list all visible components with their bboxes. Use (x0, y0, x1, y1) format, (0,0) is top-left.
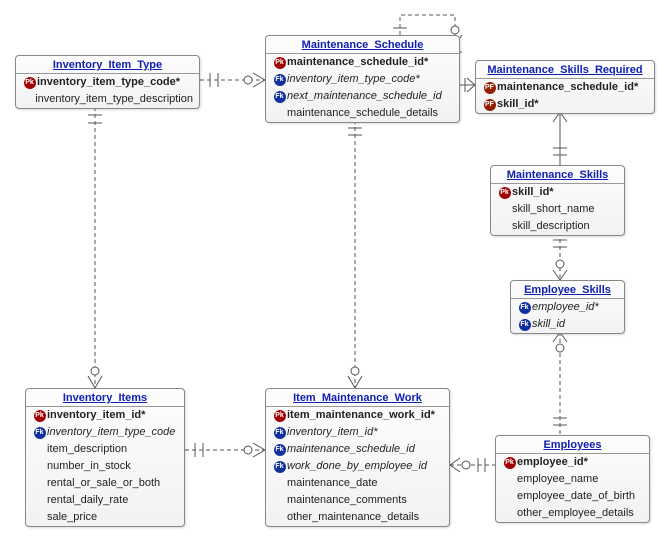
entity-inventory-items[interactable]: Inventory_Items Pkinventory_item_id* Fki… (25, 388, 185, 527)
attr-row: number_in_stock (26, 458, 184, 475)
fk-icon: Fk (274, 444, 286, 456)
fk-icon: Fk (274, 74, 286, 86)
entity-maintenance-skills-required[interactable]: Maintenance_Skills_Required PFmaintenanc… (475, 60, 655, 114)
attr-row: maintenance_comments (266, 492, 449, 509)
attr-row: rental_or_sale_or_both (26, 475, 184, 492)
entity-maintenance-schedule[interactable]: Maintenance_Schedule Pkmaintenance_sched… (265, 35, 460, 123)
entity-title: Employee_Skills (511, 281, 624, 299)
entity-title: Inventory_Item_Type (16, 56, 199, 74)
attr-row: Fknext_maintenance_schedule_id (266, 88, 459, 105)
entity-employee-skills[interactable]: Employee_Skills Fkemployee_id* Fkskill_i… (510, 280, 625, 334)
attr-row: Pkemployee_id* (496, 454, 649, 471)
attr-row: Pkinventory_item_id* (26, 407, 184, 424)
fk-icon: Fk (519, 319, 531, 331)
attr-row: inventory_item_type_description (16, 91, 199, 108)
pf-icon: PF (484, 82, 496, 94)
er-diagram: Inventory_Item_Type Pkinventory_item_typ… (0, 0, 660, 545)
attr-row: employee_name (496, 471, 649, 488)
attr-row: skill_description (491, 218, 624, 235)
fk-icon: Fk (274, 461, 286, 473)
attr-row: Fkinventory_item_type_code (26, 424, 184, 441)
entity-title: Maintenance_Skills_Required (476, 61, 654, 79)
pk-icon: Pk (499, 187, 511, 199)
attr-row: PFmaintenance_schedule_id* (476, 79, 654, 96)
attr-row: other_maintenance_details (266, 509, 449, 526)
attr-row: Pkinventory_item_type_code* (16, 74, 199, 91)
fk-icon: Fk (274, 427, 286, 439)
entity-inventory-item-type[interactable]: Inventory_Item_Type Pkinventory_item_typ… (15, 55, 200, 109)
attr-row: Pkskill_id* (491, 184, 624, 201)
attr-row: Fkmaintenance_schedule_id (266, 441, 449, 458)
attr-row: maintenance_schedule_details (266, 105, 459, 122)
entity-employees[interactable]: Employees Pkemployee_id* employee_name e… (495, 435, 650, 523)
entity-title: Item_Maintenance_Work (266, 389, 449, 407)
attr-row: item_description (26, 441, 184, 458)
fk-icon: Fk (34, 427, 46, 439)
attr-row: sale_price (26, 509, 184, 526)
pk-icon: Pk (34, 410, 46, 422)
attr-row: Fkinventory_item_type_code* (266, 71, 459, 88)
entity-title: Inventory_Items (26, 389, 184, 407)
entity-item-maintenance-work[interactable]: Item_Maintenance_Work Pkitem_maintenance… (265, 388, 450, 527)
attr-row: Fkwork_done_by_employee_id (266, 458, 449, 475)
attr-row: maintenance_date (266, 475, 449, 492)
entity-maintenance-skills[interactable]: Maintenance_Skills Pkskill_id* skill_sho… (490, 165, 625, 236)
attr-row: Fkinventory_item_id* (266, 424, 449, 441)
entity-title: Maintenance_Schedule (266, 36, 459, 54)
attr-row: Pkitem_maintenance_work_id* (266, 407, 449, 424)
attr-row: Fkemployee_id* (511, 299, 624, 316)
pk-icon: Pk (274, 57, 286, 69)
attr-row: employee_date_of_birth (496, 488, 649, 505)
pk-icon: Pk (24, 77, 36, 89)
pk-icon: Pk (504, 457, 516, 469)
pf-icon: PF (484, 99, 496, 111)
entity-title: Maintenance_Skills (491, 166, 624, 184)
attr-row: other_employee_details (496, 505, 649, 522)
fk-icon: Fk (274, 91, 286, 103)
attr-row: Fkskill_id (511, 316, 624, 333)
attr-row: PFskill_id* (476, 96, 654, 113)
entity-title: Employees (496, 436, 649, 454)
attr-row: rental_daily_rate (26, 492, 184, 509)
fk-icon: Fk (519, 302, 531, 314)
pk-icon: Pk (274, 410, 286, 422)
attr-row: Pkmaintenance_schedule_id* (266, 54, 459, 71)
attr-row: skill_short_name (491, 201, 624, 218)
